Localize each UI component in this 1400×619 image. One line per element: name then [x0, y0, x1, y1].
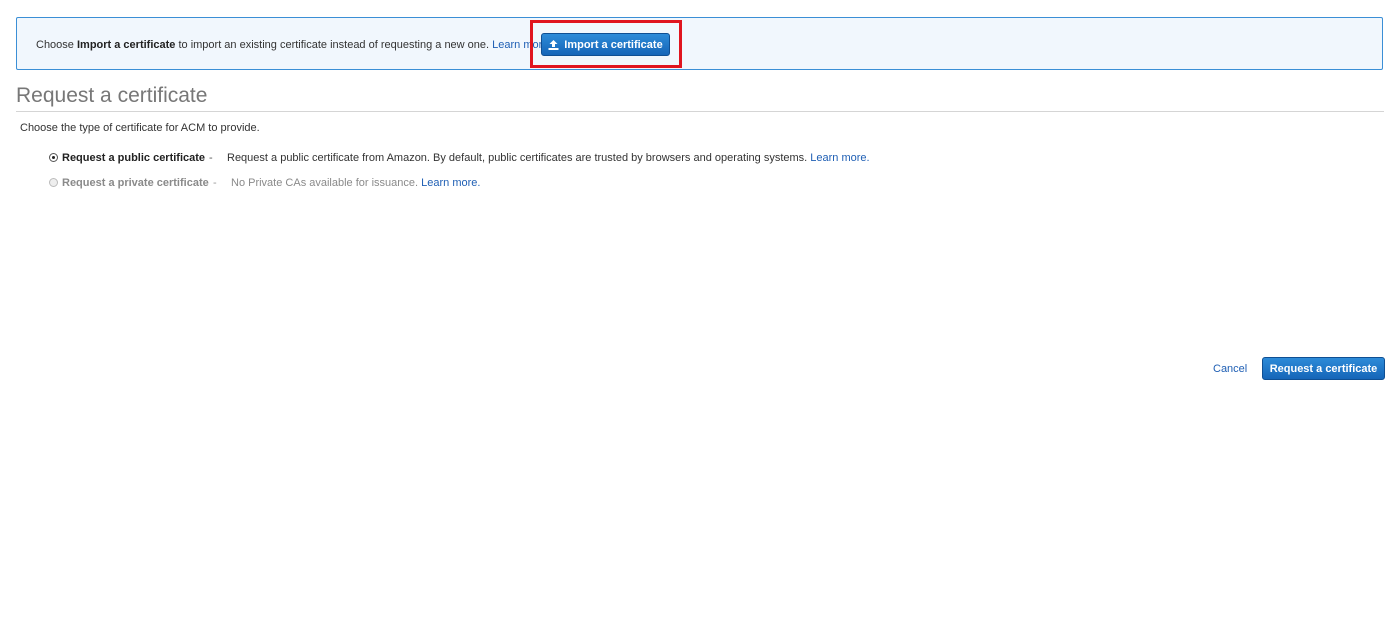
option-separator: - — [209, 152, 213, 164]
radio-private-certificate[interactable] — [49, 178, 58, 187]
learn-more-private-link[interactable]: Learn more. — [421, 177, 480, 189]
option-description-private-text: No Private CAs available for issuance. — [231, 177, 419, 189]
request-certificate-page: Choose Import a certificate to import an… — [0, 0, 1400, 619]
option-separator: - — [213, 177, 217, 189]
page-title: Request a certificate — [16, 84, 208, 107]
option-description-public: Request a public certificate from Amazon… — [227, 151, 870, 165]
upload-icon — [548, 39, 559, 50]
option-description-public-text: Request a public certificate from Amazon… — [227, 152, 808, 164]
banner-text-before: Choose — [36, 39, 77, 51]
banner-text-after: to import an existing certificate instea… — [175, 39, 493, 51]
import-certificate-button-label: Import a certificate — [564, 38, 663, 51]
request-certificate-button[interactable]: Request a certificate — [1262, 357, 1385, 380]
banner-text-bold: Import a certificate — [76, 39, 176, 51]
option-label-public[interactable]: Request a public certificate — [62, 151, 205, 165]
page-intro: Choose the type of certificate for ACM t… — [20, 122, 260, 134]
import-certificate-button[interactable]: Import a certificate — [541, 33, 670, 56]
request-certificate-button-label: Request a certificate — [1269, 362, 1378, 375]
import-info-banner: Choose Import a certificate to import an… — [16, 17, 1383, 70]
cancel-link[interactable]: Cancel — [1213, 362, 1247, 376]
option-label-private: Request a private certificate — [62, 177, 209, 189]
banner-message: Choose Import a certificate to import an… — [36, 38, 551, 52]
learn-more-public-link[interactable]: Learn more. — [810, 152, 869, 164]
radio-public-certificate[interactable] — [49, 153, 58, 162]
option-description-private: No Private CAs available for issuance. L… — [231, 176, 480, 190]
title-divider — [16, 111, 1384, 112]
